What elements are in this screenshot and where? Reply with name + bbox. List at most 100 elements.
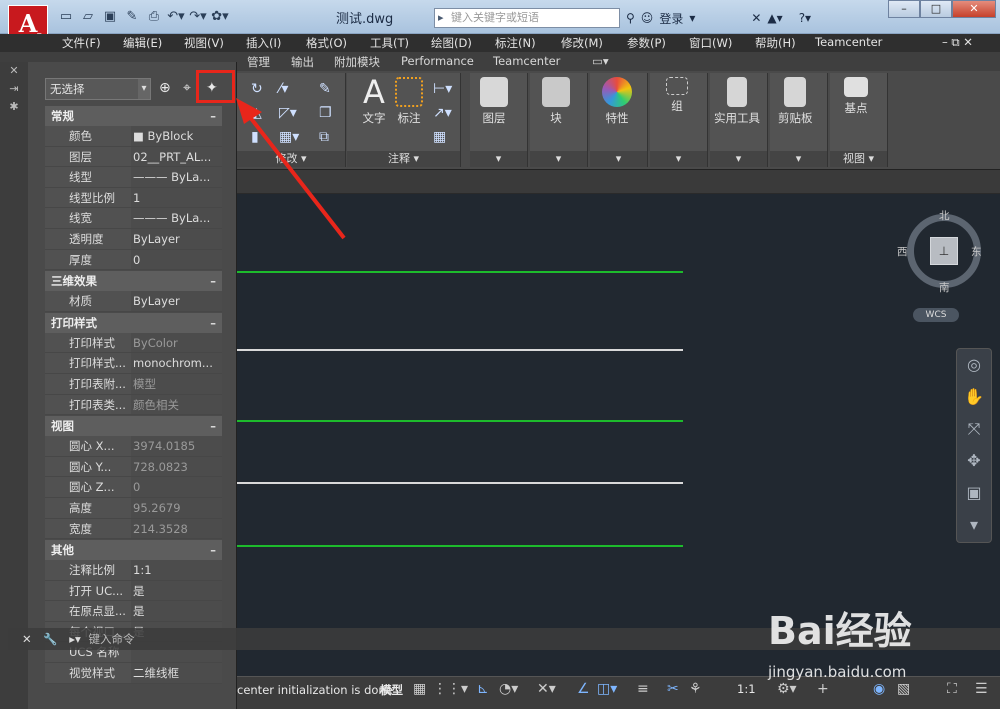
menu-window[interactable]: 窗口(W) [689,35,732,51]
compass-north[interactable]: 北 [939,208,950,223]
property-row[interactable]: 注释比例 1:1 [45,560,222,581]
menu-modify[interactable]: 修改(M) [561,35,603,51]
isolate-icon[interactable]: ▧ [897,681,910,697]
property-row[interactable]: 打印表类... 颜色相关 [45,394,222,416]
property-value[interactable]: 0 [131,477,222,498]
plus-icon[interactable]: + [817,681,829,697]
menu-dimension[interactable]: 标注(N) [495,35,536,51]
property-value[interactable]: 214.3528 [131,518,222,540]
property-value[interactable]: ByLayer [131,291,222,312]
cmd-customize-icon[interactable]: 🔧 [43,632,57,646]
section-header[interactable]: 打印样式 [45,312,222,333]
property-row[interactable]: 在原点显... 是 [45,601,222,622]
autodesk-icon[interactable]: ▲▾ [767,11,782,25]
linear-dim-icon[interactable]: ⊢▾ [433,81,452,97]
property-value[interactable]: 是 [131,580,222,602]
customize-icon[interactable]: ☰ [975,681,988,697]
menu-teamcenter[interactable]: Teamcenter [815,35,882,49]
property-row[interactable]: 圆心 Z... 0 [45,477,222,498]
user-icon[interactable]: ☺ [641,11,654,25]
steering-wheel-icon[interactable]: ◎ [957,349,991,381]
ribbon-toggle-icon[interactable]: ▭▾ [592,54,609,68]
property-value[interactable]: 1:1 [131,560,222,581]
table-icon[interactable]: ▦ [433,129,446,145]
otrack-icon[interactable]: ◫▾ [597,681,617,697]
property-value[interactable]: 模型 [131,373,222,395]
help-icon[interactable]: ?▾ [799,11,811,25]
isodraft-icon[interactable]: ✕▾ [537,681,556,697]
cmd-close-icon[interactable]: ✕ [22,632,32,646]
hardware-accel-icon[interactable]: ◉ [873,681,885,697]
annotation-visibility-icon[interactable]: ⚘ [689,681,702,697]
binoculars-icon[interactable]: ⚲ [626,11,635,25]
panel-clipboard-expand[interactable]: ▾ [770,151,827,167]
lineweight-icon[interactable]: ≡ [637,681,649,697]
property-value[interactable]: 95.2679 [131,497,222,519]
grid-icon[interactable]: ▦ [413,681,426,697]
leader-icon[interactable]: ↗▾ [433,105,452,121]
tab-teamcenter[interactable]: Teamcenter [493,54,560,68]
group-tool[interactable]: 组 [666,77,688,114]
annotation-scale-icon[interactable]: ✂ [667,681,679,697]
property-row[interactable]: 打印表附... 模型 [45,373,222,395]
nav-expand-icon[interactable]: ▾ [957,509,991,541]
annotation-scale-value[interactable]: 1:1 [737,682,756,696]
fullscreen-icon[interactable]: ⛶ [947,681,957,697]
property-row[interactable]: 打印样式 ByColor [45,332,222,354]
maximize-button[interactable]: □ [920,0,952,18]
property-value[interactable]: 二维线框 [131,663,222,684]
layers-tool[interactable]: 图层 [480,77,508,126]
property-row[interactable]: 打开 UC... 是 [45,580,222,602]
menu-parametric[interactable]: 参数(P) [627,35,666,51]
viewcube-face[interactable]: ⊥ [930,237,958,265]
wcs-menu[interactable]: WCS [913,308,959,322]
property-row[interactable]: 圆心 Y... 728.0823 [45,456,222,478]
menu-help[interactable]: 帮助(H) [755,35,796,51]
basepoint-tool[interactable]: 基点 [844,77,868,116]
panel-properties-expand[interactable]: ▾ [590,151,647,167]
property-value[interactable]: 是 [131,601,222,622]
property-row[interactable]: 宽度 214.3528 [45,518,222,540]
property-value[interactable]: monochrom... [131,353,222,374]
section-header[interactable]: 其他 [45,540,222,561]
viewcube[interactable]: ⊥ 北 南 东 西 WCS [897,208,989,328]
minimize-button[interactable]: – [888,0,920,18]
property-value[interactable]: ByColor [131,332,222,354]
menu-draw[interactable]: 绘图(D) [431,35,472,51]
panel-groups-expand[interactable]: ▾ [650,151,707,167]
section-header[interactable]: 三维效果 [45,271,222,292]
command-input[interactable]: 键入命令 [88,632,134,646]
cmd-recent-icon[interactable]: ▸▾ [69,632,81,646]
pan-hand-icon[interactable]: ✋ [957,381,991,413]
panel-layers-expand[interactable]: ▾ [470,151,527,167]
utilities-tool[interactable]: 实用工具 [714,77,760,126]
menu-tools[interactable]: 工具(T) [370,35,409,51]
clipboard-tool[interactable]: 剪贴板 [778,77,813,126]
showmotion-icon[interactable]: ▣ [957,477,991,509]
login-button[interactable]: 登录 [659,10,683,27]
property-value[interactable]: 3974.0185 [131,436,222,457]
properties-tool[interactable]: 特性 [602,77,632,126]
doc-window-controls[interactable]: – ⧉ ✕ [942,35,973,50]
dropdown-icon[interactable]: ▾ [689,11,695,25]
property-row[interactable]: 厚度 0 [45,249,222,271]
property-row[interactable]: 视觉样式 二维线框 [45,663,222,684]
search-input[interactable]: 键入关键字或短语 [434,8,620,28]
panel-block-expand[interactable]: ▾ [530,151,587,167]
dimension-tool[interactable]: 标注 [395,77,423,126]
ortho-icon[interactable]: ⊾ [477,681,489,697]
exchange-icon[interactable]: ✕ [751,11,761,25]
panel-utilities-expand[interactable]: ▾ [710,151,767,167]
property-row[interactable]: 高度 95.2679 [45,497,222,519]
orbit-icon[interactable]: ✥ [957,445,991,477]
close-button[interactable]: ✕ [952,0,996,18]
property-row[interactable]: 打印样式... monochrom... [45,353,222,374]
tab-performance[interactable]: Performance [401,54,474,68]
snap-icon[interactable]: ⋮⋮▾ [433,681,468,697]
compass-south[interactable]: 南 [939,280,950,295]
compass-west[interactable]: 西 [897,244,908,259]
text-tool[interactable]: A 文字 [357,76,391,126]
property-value[interactable]: 0 [131,249,222,271]
zoom-extents-icon[interactable]: ⤧ [957,413,991,445]
workspace-gear-icon[interactable]: ⚙▾ [777,681,797,697]
